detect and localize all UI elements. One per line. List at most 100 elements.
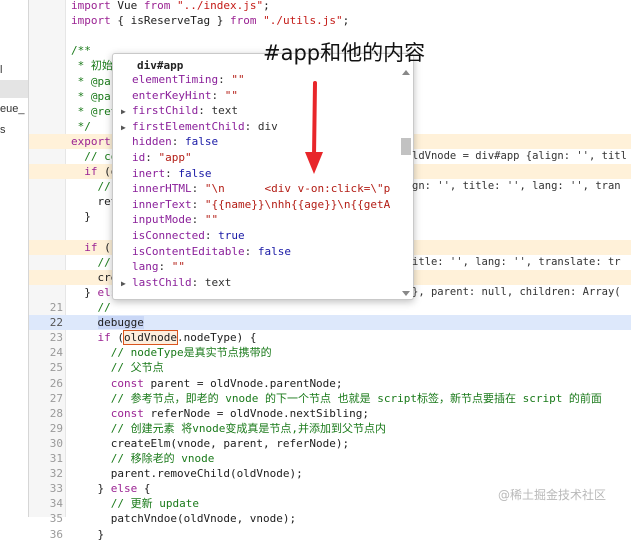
property-key: firstChild <box>132 104 199 118</box>
property-separator: : <box>244 244 258 258</box>
line-number[interactable]: 24 <box>29 345 63 360</box>
line-number[interactable]: 23 <box>29 330 63 345</box>
line-number[interactable]: 27 <box>29 391 63 406</box>
code-text: // <box>97 180 111 194</box>
scroll-up-arrow-icon[interactable] <box>402 70 410 75</box>
code-text: // <box>97 255 111 269</box>
scroll-down-arrow-icon[interactable] <box>402 291 410 296</box>
code-line[interactable]: 23 if (oldVnode.nodeType) { <box>29 330 631 346</box>
property-row[interactable]: innerText: "{{name}}\nhh{{age}}\n{{getA <box>121 197 391 213</box>
property-row[interactable]: inert: false <box>121 166 391 182</box>
code-line[interactable]: 30 createElm(vnode, parent, referNode); <box>29 436 631 451</box>
expand-triangle-icon[interactable]: ▶ <box>121 276 132 291</box>
property-row[interactable]: inputMode: "" <box>121 212 391 228</box>
line-number[interactable]: 28 <box>29 406 63 421</box>
code-text: } els <box>71 285 118 299</box>
line-number[interactable]: 26 <box>29 376 63 391</box>
code-text: /** <box>71 44 91 58</box>
code-line[interactable]: 24 // nodeType是真实节点携带的 <box>29 345 631 360</box>
code-text: const parent = oldVnode.parentNode; <box>110 376 343 390</box>
code-text: parent.removeChild(oldVnode); <box>71 467 303 481</box>
property-value: false <box>178 166 212 180</box>
property-key: firstElementChild <box>132 119 245 133</box>
property-value: true <box>218 229 245 242</box>
property-key: hidden <box>132 135 172 149</box>
property-value: "" <box>204 213 219 227</box>
property-key: inputMode <box>132 213 192 227</box>
file-nav-item-3[interactable]: s <box>0 124 6 136</box>
property-row[interactable]: lang: "" <box>121 259 391 275</box>
code-text: * @par <box>71 89 118 103</box>
property-row[interactable]: ▶ lastChild: text <box>121 275 391 291</box>
code-text: * @par <box>71 74 118 88</box>
popover-scrollbar[interactable] <box>400 70 411 296</box>
property-separator: : <box>191 213 205 227</box>
line-number[interactable]: 22 <box>29 315 63 330</box>
code-text: } <box>71 210 91 224</box>
property-row[interactable]: hidden: false <box>121 134 391 150</box>
line-number[interactable]: 29 <box>29 421 63 436</box>
line-number[interactable]: 25 <box>29 360 63 375</box>
property-row[interactable]: innerHTML: "\n <div v-on:click=\"p <box>121 181 391 197</box>
property-row[interactable]: isContentEditable: false <box>121 244 391 260</box>
code-line[interactable]: import Vue from "../index.js"; <box>29 0 631 13</box>
property-separator: : <box>211 88 225 102</box>
code-text: } <box>71 527 105 541</box>
line-number[interactable]: 33 <box>29 481 63 496</box>
code-text: const referNode = oldVnode.nextSibling; <box>110 406 370 420</box>
property-value: "{{name}}\nhh{{age}}\n{{getA <box>204 197 391 211</box>
line-number[interactable]: 31 <box>29 451 63 466</box>
code-line[interactable]: 28 const referNode = oldVnode.nextSiblin… <box>29 406 631 421</box>
code-text: // 更新 update <box>110 497 199 511</box>
scrollbar-thumb[interactable] <box>401 138 411 155</box>
property-separator: : <box>218 73 232 86</box>
line-number[interactable]: 21 <box>29 300 63 315</box>
file-navigator-selected-row[interactable] <box>0 80 28 98</box>
code-line[interactable]: 27 // 参考节点，即老的 vnode 的下一个节点 也就是 script标签… <box>29 391 631 406</box>
code-line[interactable]: 21 // <box>29 300 631 315</box>
code-line[interactable]: 32 parent.removeChild(oldVnode); <box>29 466 631 481</box>
object-inspector-popover[interactable]: div#app elementTiming: "" enterKeyHint: "… <box>112 53 414 300</box>
code-line[interactable]: import { isReserveTag } from "./utils.js… <box>29 13 631 28</box>
line-number[interactable]: 36 <box>29 527 63 542</box>
code-text: // 参考节点，即老的 vnode 的下一个节点 也就是 script标签，新节… <box>110 391 602 405</box>
property-separator: : <box>198 104 212 118</box>
annotation-arrow-icon <box>305 81 323 174</box>
code-line[interactable]: 26 const parent = oldVnode.parentNode; <box>29 376 631 391</box>
code-text: * 初始 <box>71 59 113 73</box>
property-value: "" <box>224 88 238 102</box>
code-line[interactable]: 35 patchVndoe(oldVnode, vnode); <box>29 511 631 526</box>
code-text: */ <box>71 119 91 133</box>
property-row[interactable]: enterKeyHint: "" <box>121 88 391 104</box>
inline-value-annotation: itle: '', lang: '', translate: tr <box>412 255 621 268</box>
code-line[interactable]: 29 // 创建元素 将vnode变成真是节点,并添加到父节点内 <box>29 421 631 436</box>
code-text: debugge <box>97 316 144 330</box>
property-key: lastChild <box>132 275 192 289</box>
inline-value-annotation: }, parent: null, children: Array( <box>412 285 621 298</box>
property-row[interactable]: ▶ firstChild: text <box>121 103 391 119</box>
code-line[interactable]: 31 // 移除老的 vnode <box>29 451 631 466</box>
property-separator: : <box>191 197 205 211</box>
file-nav-item-1[interactable]: l <box>0 64 2 76</box>
inline-value-annotation: gn: '', title: '', lang: '', tran <box>412 180 621 193</box>
property-separator: : <box>191 275 205 289</box>
code-line[interactable]: 22 debugge <box>29 315 631 331</box>
property-value: text <box>204 275 232 289</box>
expand-triangle-icon[interactable]: ▶ <box>121 104 132 119</box>
file-nav-item-2[interactable]: eue_ <box>0 103 24 115</box>
property-separator: : <box>244 119 258 133</box>
line-number[interactable]: 35 <box>29 511 63 526</box>
expand-triangle-icon[interactable]: ▶ <box>121 120 132 135</box>
property-row[interactable]: elementTiming: "" <box>121 72 391 88</box>
line-number[interactable]: 32 <box>29 466 63 481</box>
code-line[interactable]: 25 // 父节点 <box>29 360 631 375</box>
property-key: lang <box>132 260 159 274</box>
property-row[interactable]: id: "app" <box>121 150 391 166</box>
property-row[interactable]: ▶ firstElementChild: div <box>121 119 391 135</box>
line-number[interactable]: 30 <box>29 436 63 451</box>
code-line[interactable]: 36 } <box>29 527 631 542</box>
property-key: enterKeyHint <box>132 88 212 102</box>
property-row[interactable]: isConnected: true <box>121 228 391 244</box>
line-number[interactable]: 34 <box>29 496 63 511</box>
code-text: cre <box>71 270 118 284</box>
